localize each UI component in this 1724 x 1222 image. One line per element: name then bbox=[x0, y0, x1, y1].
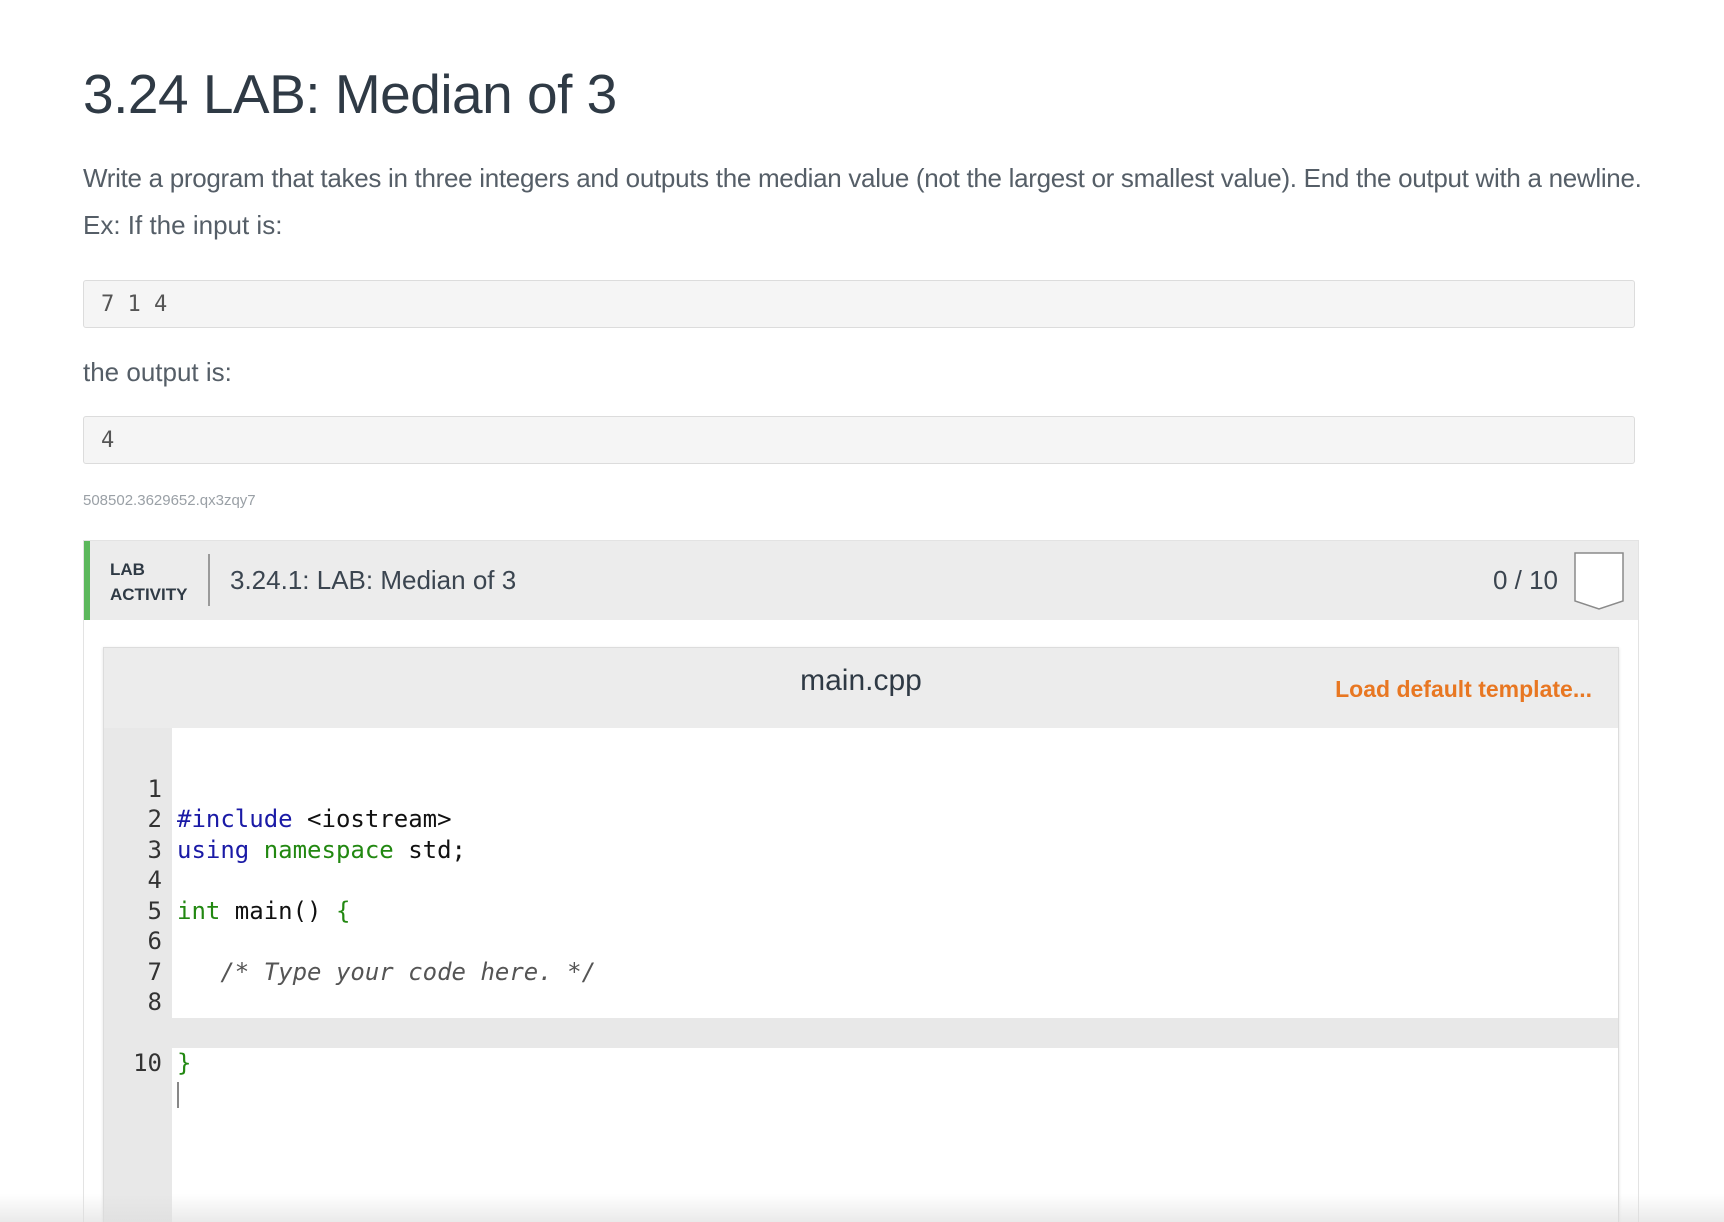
code-line[interactable]: 7 bbox=[104, 926, 1618, 986]
activity-hash-id: 508502.3629652.qx3zqy7 bbox=[83, 492, 256, 509]
text-cursor bbox=[177, 1081, 179, 1108]
code-line[interactable]: 9 } bbox=[104, 987, 1618, 1078]
lab-activity-header: LAB ACTIVITY 3.24.1: LAB: Median of 3 0 … bbox=[84, 541, 1638, 620]
lab-activity-name: 3.24.1: LAB: Median of 3 bbox=[230, 565, 517, 595]
code-line[interactable]: 2 using namespace std; bbox=[104, 774, 1618, 864]
example-output-box: 4 bbox=[83, 416, 1635, 464]
code-line[interactable]: 5 bbox=[104, 865, 1618, 925]
lab-tag-line-2: ACTIVITY bbox=[110, 585, 188, 604]
code-line[interactable]: 8 return 0; bbox=[104, 957, 1618, 1047]
problem-description: Write a program that takes in three inte… bbox=[83, 163, 1642, 193]
example-input-box: 7 1 4 bbox=[83, 280, 1635, 328]
lab-tag-line-1: LAB bbox=[110, 560, 145, 579]
code-line[interactable]: 3 bbox=[104, 804, 1618, 864]
code-editor: main.cpp Load default template... 1 #inc… bbox=[103, 647, 1619, 1222]
lab-activity-panel: LAB ACTIVITY 3.24.1: LAB: Median of 3 0 … bbox=[83, 540, 1639, 1222]
page-title: 3.24 LAB: Median of 3 bbox=[83, 63, 617, 125]
bottom-fade bbox=[0, 1194, 1724, 1222]
code-line[interactable]: 4 int main() { bbox=[104, 835, 1618, 925]
load-default-template-link[interactable]: Load default template... bbox=[1335, 676, 1592, 703]
lab-score: 0 / 10 bbox=[1492, 565, 1558, 595]
example-intro: Ex: If the input is: bbox=[83, 210, 283, 240]
score-badge-icon bbox=[1574, 552, 1624, 610]
code-line[interactable]: 1 #include <iostream> bbox=[104, 743, 1618, 834]
code-line[interactable]: 6 /* Type your code here. */ bbox=[104, 896, 1618, 986]
line-number: 10 bbox=[133, 1049, 162, 1077]
code-text-area[interactable]: 1 #include <iostream> 2 using namespace … bbox=[104, 743, 1618, 1108]
output-intro: the output is: bbox=[83, 357, 232, 387]
code-line-active[interactable]: 10 bbox=[104, 1017, 1618, 1108]
lab-activity-tag: LAB ACTIVITY bbox=[110, 557, 187, 607]
editor-toolbar: main.cpp Load default template... bbox=[104, 648, 1618, 728]
header-divider bbox=[208, 554, 210, 606]
